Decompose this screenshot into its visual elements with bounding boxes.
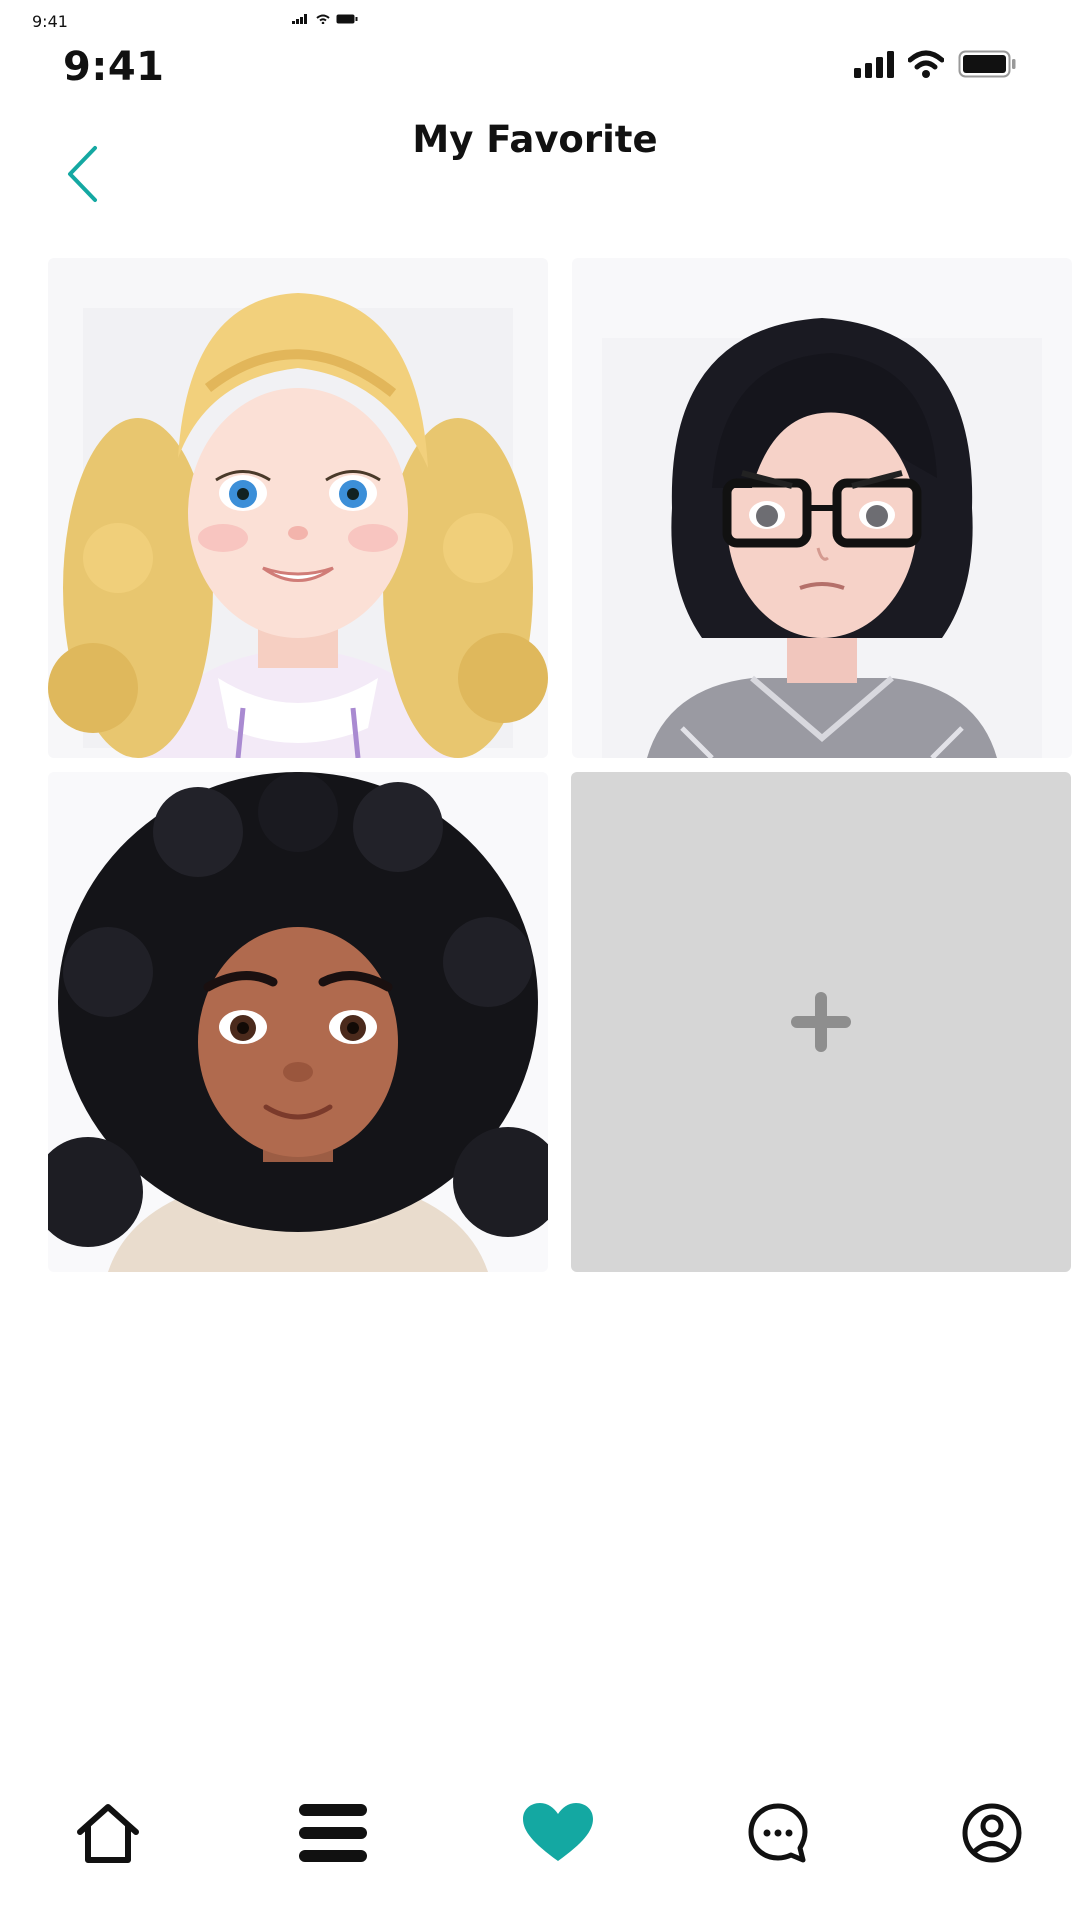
heart-icon xyxy=(523,1803,593,1861)
menu-icon xyxy=(299,1804,367,1862)
avatar-blonde-image xyxy=(48,258,548,758)
status-icons xyxy=(854,50,1016,78)
favorite-avatar-3[interactable] xyxy=(48,772,548,1272)
avatar-glasses-image xyxy=(572,258,1072,758)
signal-icon xyxy=(854,51,894,78)
tab-profile[interactable] xyxy=(947,1788,1037,1878)
mini-battery-icon xyxy=(336,14,358,24)
tab-bar xyxy=(0,1780,1080,1900)
tab-chat[interactable] xyxy=(733,1788,823,1878)
page-title: My Favorite xyxy=(412,118,658,161)
status-clock: 9:41 xyxy=(63,44,165,90)
home-icon xyxy=(77,1804,139,1863)
favorite-avatar-2[interactable] xyxy=(572,258,1072,758)
tab-menu[interactable] xyxy=(288,1788,378,1878)
avatar-curly-image xyxy=(48,772,548,1272)
status-bar: 9:41 xyxy=(0,36,1080,96)
plus-icon xyxy=(791,992,851,1052)
tab-home[interactable] xyxy=(63,1788,153,1878)
wifi-icon xyxy=(908,50,944,78)
favorite-avatar-1[interactable] xyxy=(48,258,548,758)
tab-favorites[interactable] xyxy=(513,1788,603,1878)
mini-status-icons xyxy=(292,14,358,24)
add-favorite-button[interactable] xyxy=(571,772,1071,1272)
header: My Favorite xyxy=(0,110,1080,230)
mini-wifi-icon xyxy=(316,14,330,24)
battery-icon xyxy=(958,50,1016,78)
chat-icon xyxy=(748,1803,808,1863)
mini-signal-icon xyxy=(292,14,307,24)
profile-icon xyxy=(962,1803,1022,1863)
mini-clock: 9:41 xyxy=(32,12,68,31)
